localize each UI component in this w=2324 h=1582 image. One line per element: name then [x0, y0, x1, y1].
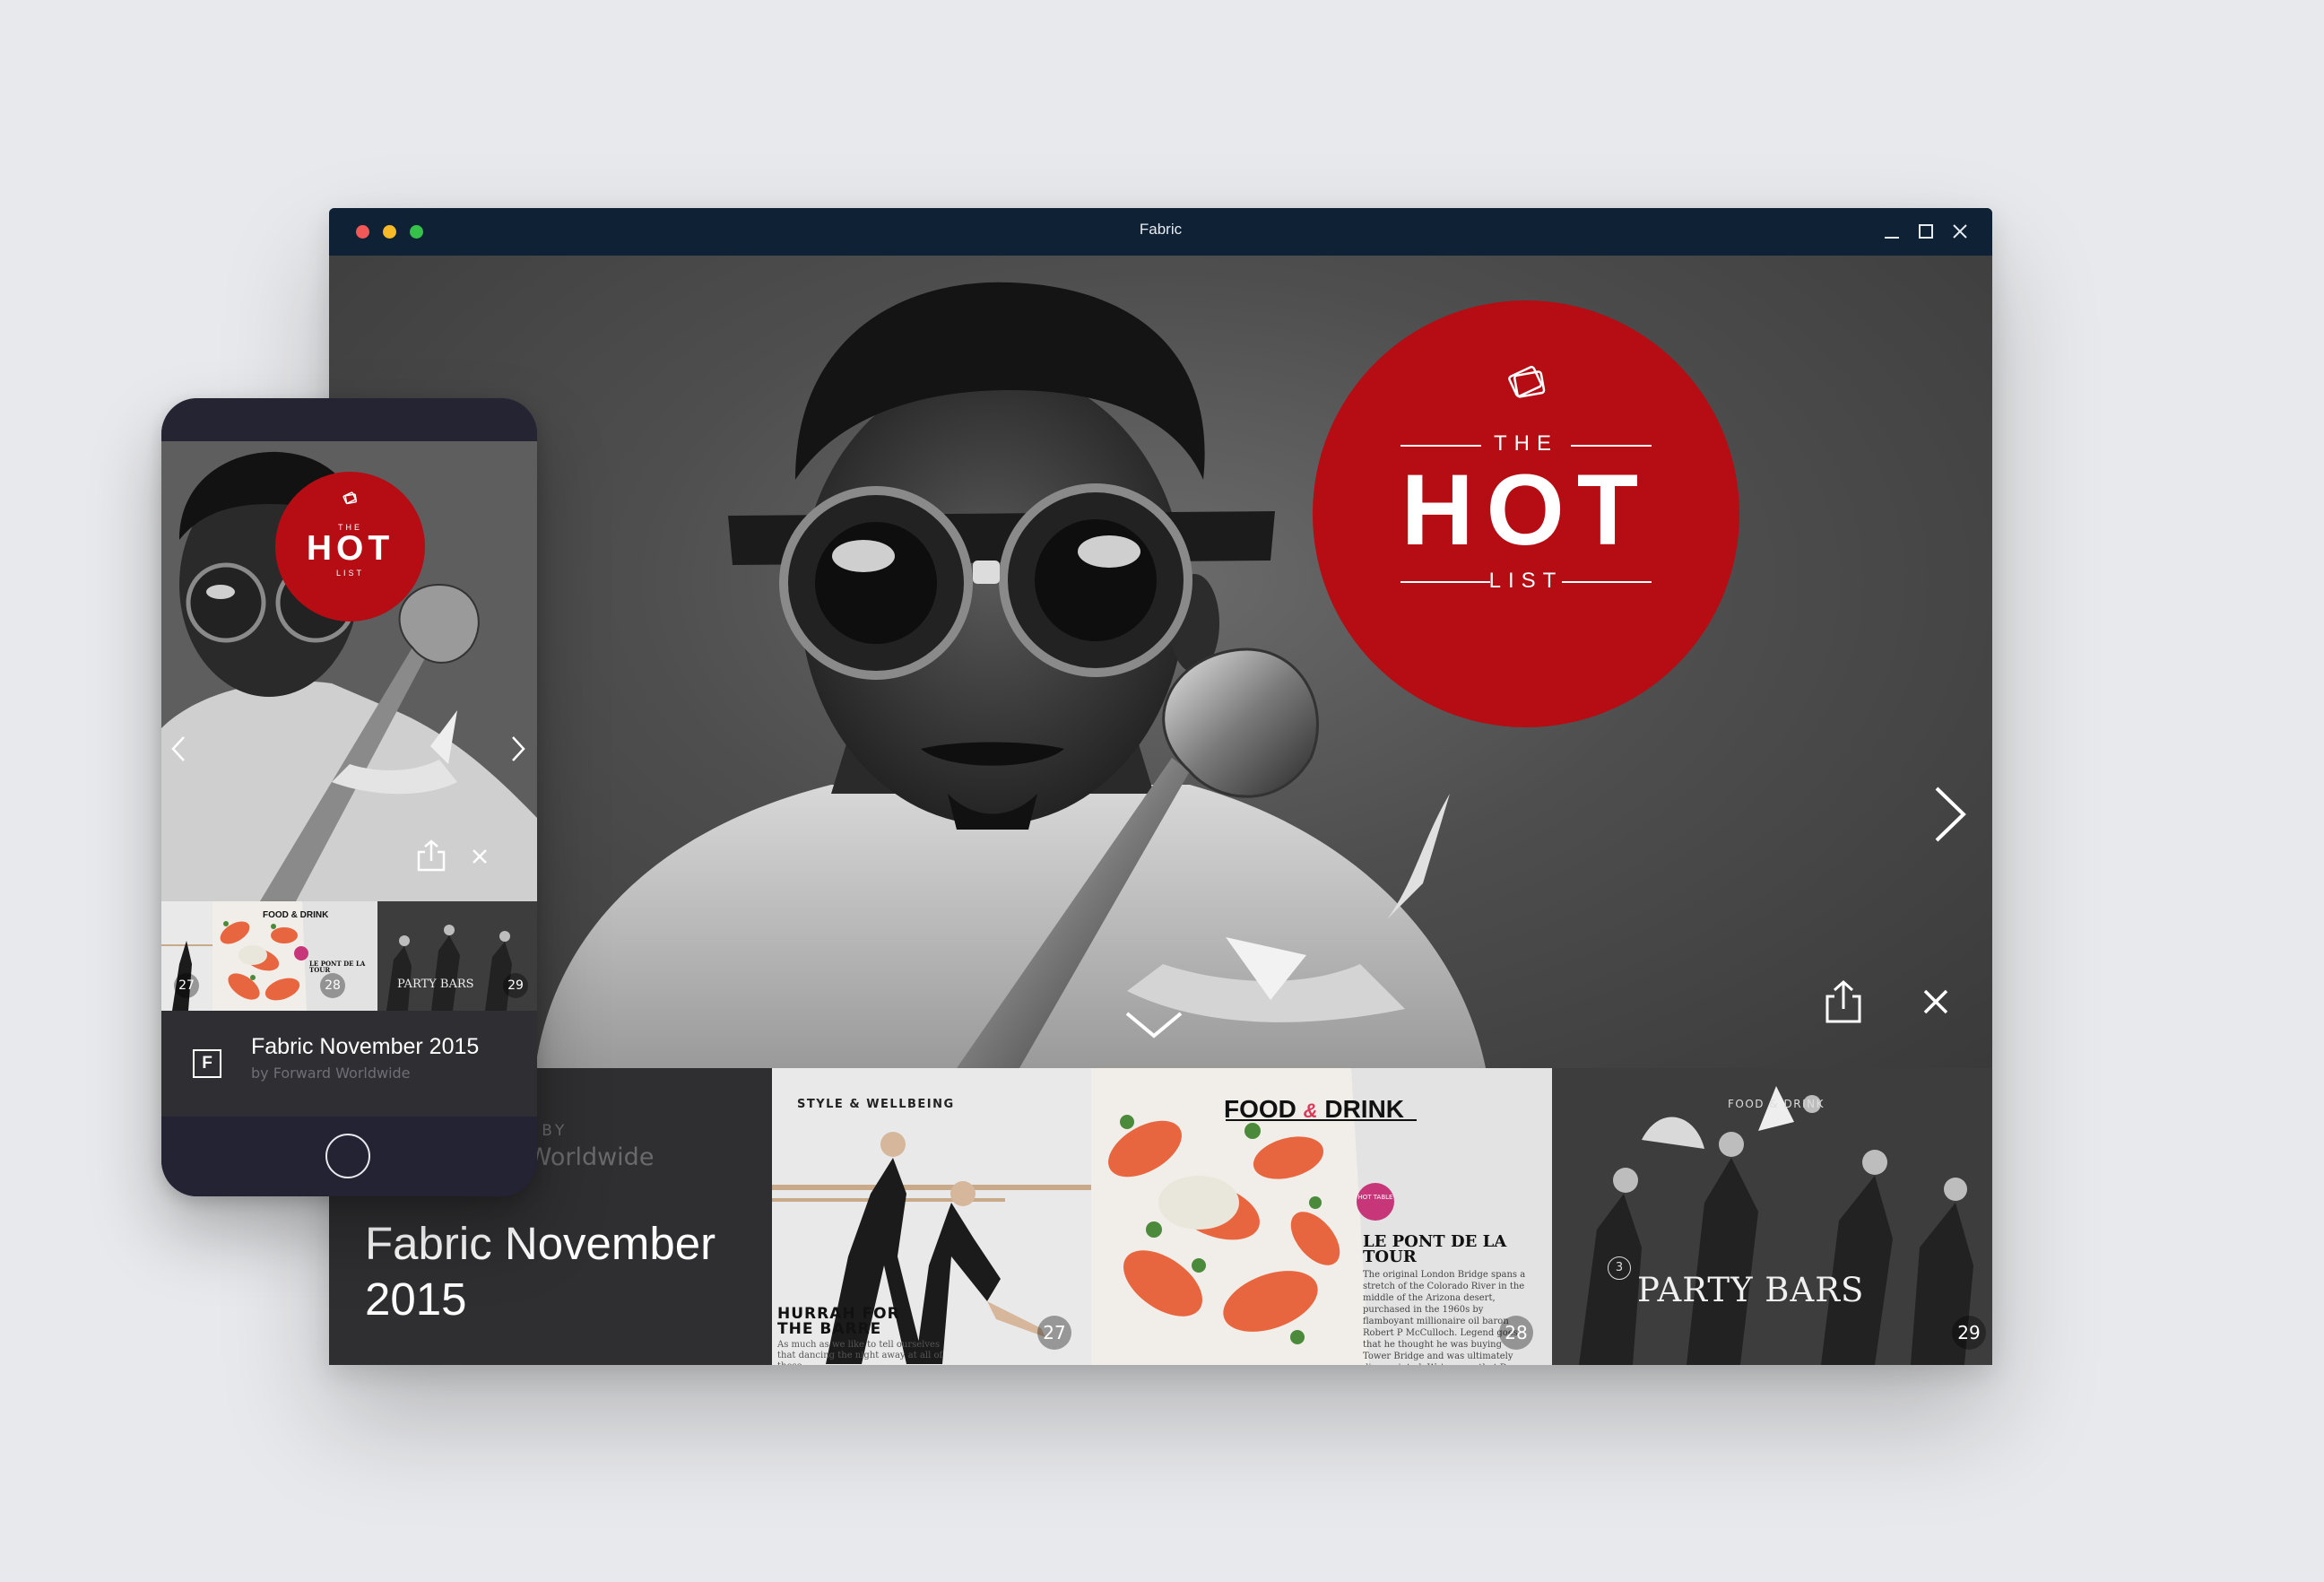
page-number-badge: 28 — [320, 973, 345, 998]
chevron-right-icon[interactable] — [507, 734, 527, 764]
minimize-icon[interactable] — [1879, 219, 1904, 244]
article-headline: HURRAH FOR THE BARRE — [777, 1305, 900, 1338]
page-number-badge: 27 — [1037, 1316, 1071, 1350]
page-thumbnail-27[interactable]: STYLE & WELLBEING HURRAH FOR THE BARRE A… — [772, 1068, 1091, 1365]
issue-title: Fabric November 2015 — [365, 1218, 716, 1325]
close-icon[interactable] — [464, 841, 495, 872]
list-number: 3 — [1608, 1256, 1631, 1280]
mobile-page-thumbnail-27[interactable]: 27 — [161, 901, 212, 1011]
page-thumbnail-28[interactable]: FOOD & DRINK HOT TABLE LE PONT DE LA TOU… — [1091, 1068, 1552, 1365]
article-headline: LE PONT DE LA TOUR — [309, 960, 366, 974]
close-icon[interactable] — [1918, 984, 1954, 1020]
article-headline: LE PONT DE LA TOUR — [1363, 1232, 1507, 1266]
section-word-drink: DRINK — [1324, 1095, 1405, 1123]
window-title: Fabric — [1139, 221, 1183, 238]
page-number-badge: 28 — [1499, 1316, 1533, 1350]
page-thumbnail-strip: ED BY d Worldwide Fabric November 2015 S… — [329, 1068, 1992, 1365]
title-bar[interactable]: Fabric — [329, 208, 1992, 256]
mobile-page-thumbnail-28[interactable]: FOOD & DRINK LE PONT DE LA TOUR 28 — [212, 901, 377, 1011]
ticket-icon — [343, 491, 358, 505]
maximize-icon[interactable] — [1913, 219, 1938, 244]
badge-list-text: LIST — [1488, 569, 1564, 593]
mobile-thumbnail-strip: 27 FOOD & DRINK LE PONT DE LA TOUR 28 PA… — [161, 901, 537, 1011]
page-number-badge: 27 — [174, 973, 199, 998]
food-and-drink-heading: FOOD & DRINK — [263, 910, 329, 920]
the-hot-list-badge: THE HOT LIST — [1313, 300, 1739, 727]
publication-logo: F — [193, 1049, 221, 1078]
issue-publisher: by Forward Worldwide — [251, 1065, 411, 1082]
page-number-badge: 29 — [503, 973, 528, 998]
badge-the-text: THE — [1494, 431, 1558, 456]
page-number-badge: 29 — [1952, 1316, 1986, 1350]
article-headline: PARTY BARS — [1637, 1271, 1865, 1309]
badge-hot-text: HOT — [1400, 454, 1652, 566]
article-excerpt: As much as we like to tell ourselves tha… — [777, 1340, 943, 1365]
chevron-left-icon[interactable] — [169, 734, 189, 764]
article-excerpt: The original London Bridge spans a stret… — [1363, 1270, 1526, 1365]
ampersand: & — [1303, 1100, 1318, 1122]
ticket-icon — [1508, 365, 1546, 398]
chevron-right-icon[interactable] — [1921, 783, 1974, 846]
cover-image-area: THE HOT LIST — [329, 256, 1992, 1068]
mobile-page-thumbnail-29[interactable]: PARTY BARS 29 — [377, 901, 537, 1011]
mobile-device: THE HOT LIST 27 FOOD & DRINK LE PONT DE … — [161, 398, 537, 1196]
food-and-drink-heading: FOOD & DRINK — [1224, 1095, 1404, 1124]
issue-title: Fabric November 2015 — [251, 1034, 480, 1059]
article-headline: PARTY BARS — [397, 978, 474, 991]
badge-hot-text: HOT — [306, 529, 395, 568]
section-word-food: FOOD — [1224, 1095, 1296, 1123]
mobile-cover-image: THE HOT LIST — [161, 441, 537, 901]
phone-status-area — [161, 398, 537, 441]
party-bar-image — [1552, 1068, 1992, 1365]
section-label: STYLE & WELLBEING — [797, 1098, 955, 1111]
mobile-issue-info: F Fabric November 2015 by Forward Worldw… — [161, 1011, 537, 1117]
close-window-icon[interactable] — [1947, 219, 1973, 244]
hot-table-badge: HOT TABLE — [1357, 1183, 1394, 1221]
cover-photo — [535, 282, 1486, 1068]
page-thumbnail-29[interactable]: FOOD & DRINK 3 PARTY BARS 29 — [1552, 1068, 1992, 1365]
mobile-hot-list-badge: THE HOT LIST — [275, 472, 425, 622]
phone-bottom-bezel — [161, 1117, 537, 1196]
badge-list-text: LIST — [335, 569, 364, 578]
share-icon[interactable] — [415, 441, 447, 476]
home-button[interactable] — [325, 1134, 370, 1178]
share-icon[interactable] — [415, 838, 447, 874]
section-label: FOOD & DRINK — [1728, 1098, 1825, 1110]
desktop-app-window: Fabric THE HOT LIST BY d Worldwide Fabri… — [329, 208, 1992, 1365]
share-icon[interactable] — [1822, 978, 1865, 1025]
